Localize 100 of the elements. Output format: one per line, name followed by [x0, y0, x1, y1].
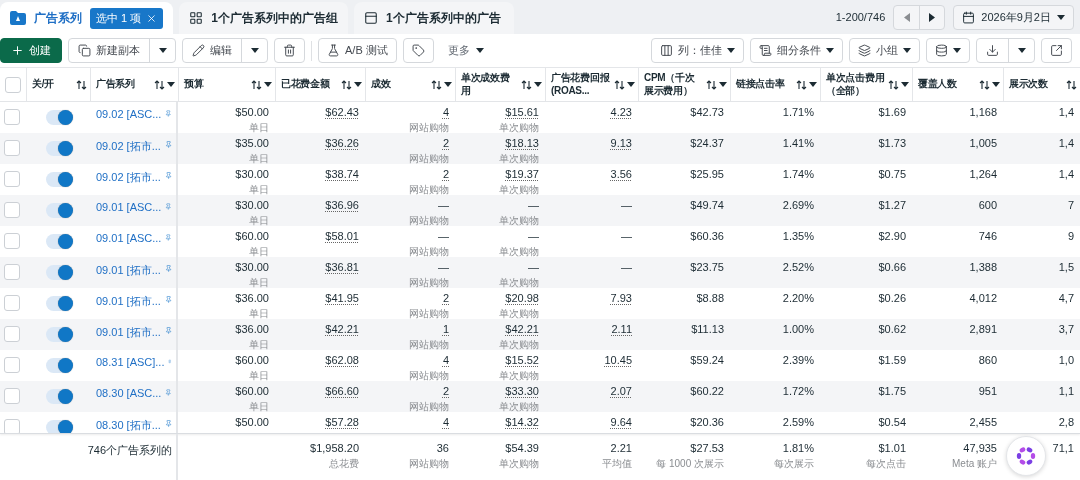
- column-header[interactable]: 预算: [178, 68, 275, 101]
- group-button[interactable]: 小组: [849, 38, 920, 63]
- campaign-link[interactable]: 09.02 [拓市...: [96, 170, 161, 185]
- sort-icon[interactable]: [614, 79, 625, 90]
- column-header[interactable]: 广告系列: [90, 68, 178, 101]
- table-cell: 2: [442, 137, 449, 149]
- page-range: 1-200/746: [835, 11, 886, 23]
- table-cell: $1.69: [878, 106, 906, 118]
- campaign-link[interactable]: 09.01 [ASC...: [96, 201, 162, 213]
- total-note: 每次点击: [866, 457, 906, 471]
- cell-note: 单次购物: [499, 214, 539, 226]
- flask-icon: [327, 44, 340, 57]
- table-cell: 3.56: [610, 168, 632, 180]
- table-cell: —: [438, 199, 449, 211]
- sort-icon[interactable]: [888, 79, 899, 90]
- pin-icon: [164, 325, 172, 336]
- select-all-checkbox[interactable]: [5, 76, 21, 93]
- sort-icon[interactable]: [706, 79, 717, 90]
- sort-icon[interactable]: [154, 79, 165, 90]
- column-header[interactable]: 单次点击费用（全部）: [820, 68, 912, 101]
- row-checkbox[interactable]: [4, 109, 20, 125]
- toggle-switch[interactable]: [46, 420, 72, 433]
- tag-button[interactable]: [402, 38, 434, 63]
- table-cell: $36.26: [325, 137, 359, 149]
- create-button[interactable]: 创建: [0, 38, 62, 63]
- toggle-switch[interactable]: [46, 389, 72, 404]
- column-header[interactable]: 单次成效费用: [455, 68, 545, 101]
- sort-icon[interactable]: [979, 79, 990, 90]
- sort-icon[interactable]: [251, 79, 262, 90]
- column-header[interactable]: 链接点击率: [730, 68, 820, 101]
- campaign-link[interactable]: 09.01 [拓市...: [96, 325, 161, 340]
- date-picker[interactable]: 2026年9月2日: [953, 4, 1074, 30]
- sort-icon[interactable]: [796, 79, 807, 90]
- column-header[interactable]: 关/开: [26, 68, 90, 101]
- table-cell: $15.61: [505, 106, 539, 118]
- total-note: 网站购物: [409, 457, 449, 471]
- more-button[interactable]: 更多: [439, 38, 492, 63]
- table-cell: $33.30: [505, 385, 539, 397]
- sort-icon[interactable]: [1066, 79, 1077, 90]
- tab[interactable]: 1个广告系列中的广告组: [179, 2, 348, 34]
- assistant-button[interactable]: [1006, 436, 1046, 476]
- sort-icon[interactable]: [431, 79, 442, 90]
- toggle-switch[interactable]: [46, 327, 72, 342]
- campaign-link[interactable]: 09.01 [ASC...: [96, 232, 162, 244]
- columns-button[interactable]: 列：佳佳: [651, 38, 744, 63]
- expand-button[interactable]: [1041, 38, 1072, 63]
- column-header[interactable]: 展示次数: [1003, 68, 1080, 101]
- row-checkbox[interactable]: [4, 171, 20, 187]
- table-cell: $25.95: [690, 168, 724, 180]
- sort-icon[interactable]: [521, 79, 532, 90]
- toggle-switch[interactable]: [46, 172, 72, 187]
- cell-note: 网站购物: [409, 307, 449, 319]
- row-checkbox[interactable]: [4, 388, 20, 404]
- column-header[interactable]: 覆盖人数: [912, 68, 1003, 101]
- breakdown-button[interactable]: 细分条件: [750, 38, 843, 63]
- selection-chip[interactable]: 选中 1 项: [90, 7, 164, 29]
- total-note: 单次购物: [499, 457, 539, 471]
- row-checkbox[interactable]: [4, 202, 20, 218]
- pencil-icon: [192, 44, 205, 57]
- window-icon: [363, 11, 378, 25]
- row-checkbox[interactable]: [4, 233, 20, 249]
- column-header[interactable]: 已花费金额: [275, 68, 365, 101]
- column-header[interactable]: 广告花费回报 (ROAS...: [545, 68, 638, 101]
- column-header[interactable]: 成效: [365, 68, 455, 101]
- campaign-link[interactable]: 08.30 [拓市...: [96, 418, 161, 433]
- cell-note: 单日: [249, 369, 269, 381]
- row-checkbox[interactable]: [4, 264, 20, 280]
- table-cell: $20.36: [690, 416, 724, 428]
- campaign-link[interactable]: 09.02 [ASC...: [96, 108, 162, 120]
- row-checkbox[interactable]: [4, 357, 20, 373]
- toggle-switch[interactable]: [46, 141, 72, 156]
- calendar-icon: [962, 10, 976, 24]
- total-value: $1,958.20: [310, 442, 359, 454]
- delete-button[interactable]: [274, 38, 305, 63]
- campaign-link[interactable]: 09.01 [拓市...: [96, 263, 161, 278]
- row-checkbox[interactable]: [4, 419, 20, 433]
- caret-icon: [250, 48, 259, 53]
- toggle-switch[interactable]: [46, 358, 72, 373]
- campaign-link[interactable]: 08.30 [ASC...: [96, 387, 162, 399]
- toggle-switch[interactable]: [46, 265, 72, 280]
- toggle-switch[interactable]: [46, 296, 72, 311]
- ab-test-button[interactable]: A/B 测试: [318, 38, 397, 63]
- row-checkbox[interactable]: [4, 326, 20, 342]
- table-cell: 4: [442, 416, 449, 428]
- column-header[interactable]: CPM（千次展示费用）: [638, 68, 730, 101]
- toggle-switch[interactable]: [46, 234, 72, 249]
- sort-icon[interactable]: [76, 79, 87, 90]
- row-checkbox[interactable]: [4, 295, 20, 311]
- tab[interactable]: 1个广告系列中的广告: [353, 2, 514, 34]
- campaign-link[interactable]: 08.31 [ASC]...: [96, 356, 165, 368]
- campaign-link[interactable]: 09.01 [拓市...: [96, 294, 161, 309]
- table-cell: 7: [1067, 199, 1074, 211]
- sort-icon[interactable]: [341, 79, 352, 90]
- close-icon: [146, 12, 158, 24]
- campaign-link[interactable]: 09.02 [拓市...: [96, 139, 161, 154]
- toggle-switch[interactable]: [46, 110, 72, 125]
- row-checkbox[interactable]: [4, 140, 20, 156]
- toggle-switch[interactable]: [46, 203, 72, 218]
- table-cell: 600: [978, 199, 997, 211]
- tab[interactable]: 广告系列 选中 1 项: [0, 2, 174, 34]
